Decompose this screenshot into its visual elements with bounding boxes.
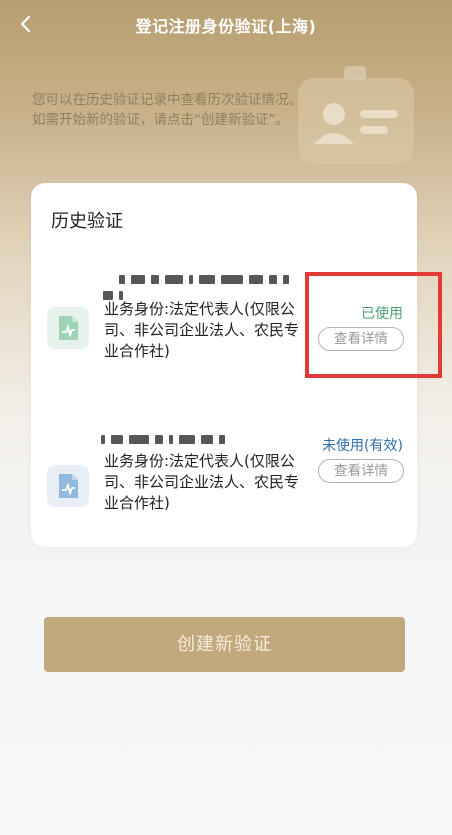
history-record-2: 业务身份:法定代表人(仅限公司、非公司企业法人、农民专业合作社) 未使用(有效)… [31,435,417,577]
redacted-name [119,269,295,284]
record-status-unused: 未使用(有效) [322,438,403,454]
top-bar: 登记注册身份验证(上海) [0,0,452,48]
view-details-button[interactable]: 查看详情 [318,459,404,483]
record-identity: 业务身份:法定代表人(仅限公司、非公司企业法人、农民专业合作社) [104,300,300,360]
history-title: 历史验证 [51,211,123,232]
document-green-icon [47,307,89,349]
redacted-id [103,285,129,300]
highlight-box [305,272,442,378]
page-title: 登记注册身份验证(上海) [135,17,317,36]
document-blue-icon [47,465,89,507]
info-tip: 您可以在历史验证记录中查看历次验证情况。如需开始新的验证，请点击“创建新验证”。 [32,92,302,128]
redacted-name [101,429,231,444]
create-new-verification-button[interactable]: 创建新验证 [44,617,405,672]
id-card-decoration-icon [298,66,414,164]
record-identity: 业务身份:法定代表人(仅限公司、非公司企业法人、农民专业合作社) [104,452,300,512]
